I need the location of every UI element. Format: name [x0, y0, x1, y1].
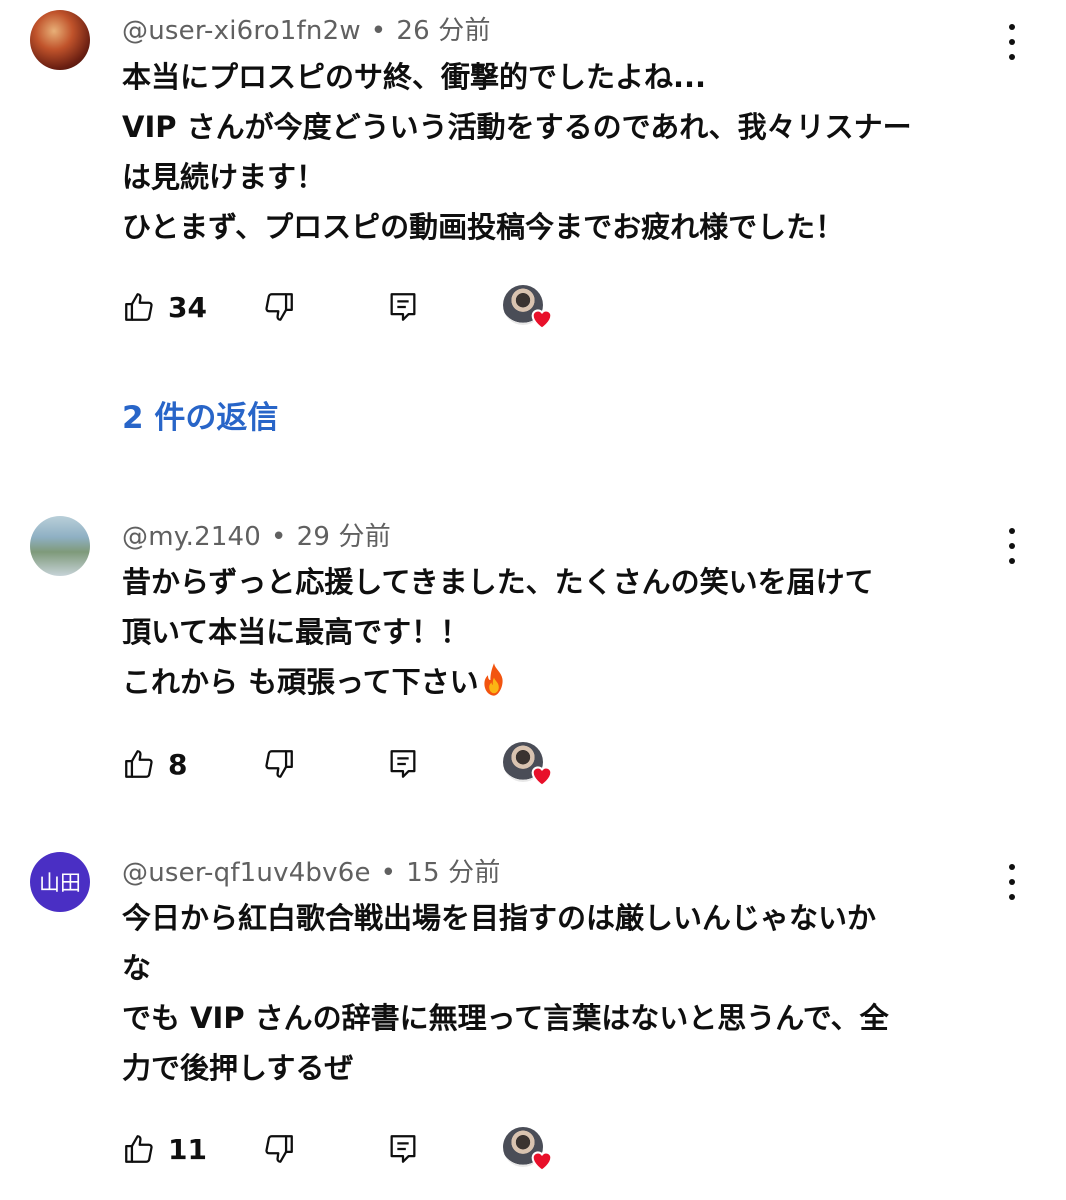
thumb-down-icon [265, 293, 293, 321]
like-button[interactable]: 34 [122, 282, 207, 332]
more-vert-icon[interactable] [1002, 864, 1022, 900]
comment-time[interactable]: 29 分前 [297, 522, 391, 552]
comment-author[interactable]: @user-xi6ro1fn2w [122, 16, 361, 46]
reply-icon [390, 1135, 416, 1163]
separator-dot: • [271, 522, 287, 552]
comment-header: @user-qf1uv4bv6e • 15 分前 [122, 852, 501, 889]
comment-actions: 8 [0, 739, 1066, 789]
comment-text: 今日から紅白歌合戦出場を目指すのは厳しいんじゃないか な でも VIP さんの辞… [122, 901, 889, 1085]
thumb-up-icon [125, 750, 153, 778]
reply-button[interactable] [386, 282, 420, 332]
comment-header: @user-xi6ro1fn2w • 26 分前 [122, 10, 491, 47]
dislike-button[interactable] [262, 739, 296, 789]
user-avatar[interactable] [30, 516, 90, 576]
avatar-initials: 山田 [39, 871, 81, 895]
comment-time[interactable]: 26 分前 [396, 16, 490, 46]
more-vert-icon[interactable] [1002, 24, 1022, 60]
like-count: 8 [168, 747, 188, 781]
dislike-button[interactable] [262, 1124, 296, 1174]
fire-emoji [484, 663, 503, 696]
user-avatar[interactable]: 山田 [30, 852, 90, 912]
like-count: 11 [168, 1132, 207, 1166]
reply-button[interactable] [386, 1124, 420, 1174]
like-count: 34 [168, 290, 207, 324]
comment-header: @my.2140 • 29 分前 [122, 516, 391, 553]
thumb-down-icon [265, 750, 293, 778]
comment-author[interactable]: @user-qf1uv4bv6e [122, 858, 371, 888]
comment-time[interactable]: 15 分前 [406, 858, 500, 888]
comment-text: 本当にプロスピのサ終、衝撃的でしたよね... VIP さんが今度どういう活動をす… [122, 60, 912, 244]
separator-dot: • [380, 858, 397, 888]
comment-text: 昔からずっと応援してきました、たくさんの笑いを届けて 頂いて本当に最高です！！ … [122, 565, 874, 699]
reply-icon [390, 750, 416, 778]
comment-actions: 11 [0, 1124, 1066, 1174]
thumb-down-icon [265, 1135, 293, 1163]
thumb-up-icon [125, 293, 153, 321]
user-avatar[interactable] [30, 10, 90, 70]
like-button[interactable]: 8 [122, 739, 187, 789]
creator-heart-icon [531, 309, 553, 330]
view-replies-link[interactable]: 2 件の返信 [122, 392, 278, 437]
more-vert-icon[interactable] [1002, 528, 1022, 564]
creator-heart-icon [531, 766, 553, 787]
like-button[interactable]: 11 [122, 1124, 207, 1174]
dislike-button[interactable] [262, 282, 296, 332]
reply-icon [390, 293, 416, 321]
creator-heart-icon [531, 1151, 553, 1172]
reply-button[interactable] [386, 739, 420, 789]
thumb-up-icon [125, 1135, 153, 1163]
comment-actions: 34 [0, 282, 1066, 332]
separator-dot: • [370, 16, 387, 46]
comment-author[interactable]: @my.2140 [122, 522, 261, 552]
